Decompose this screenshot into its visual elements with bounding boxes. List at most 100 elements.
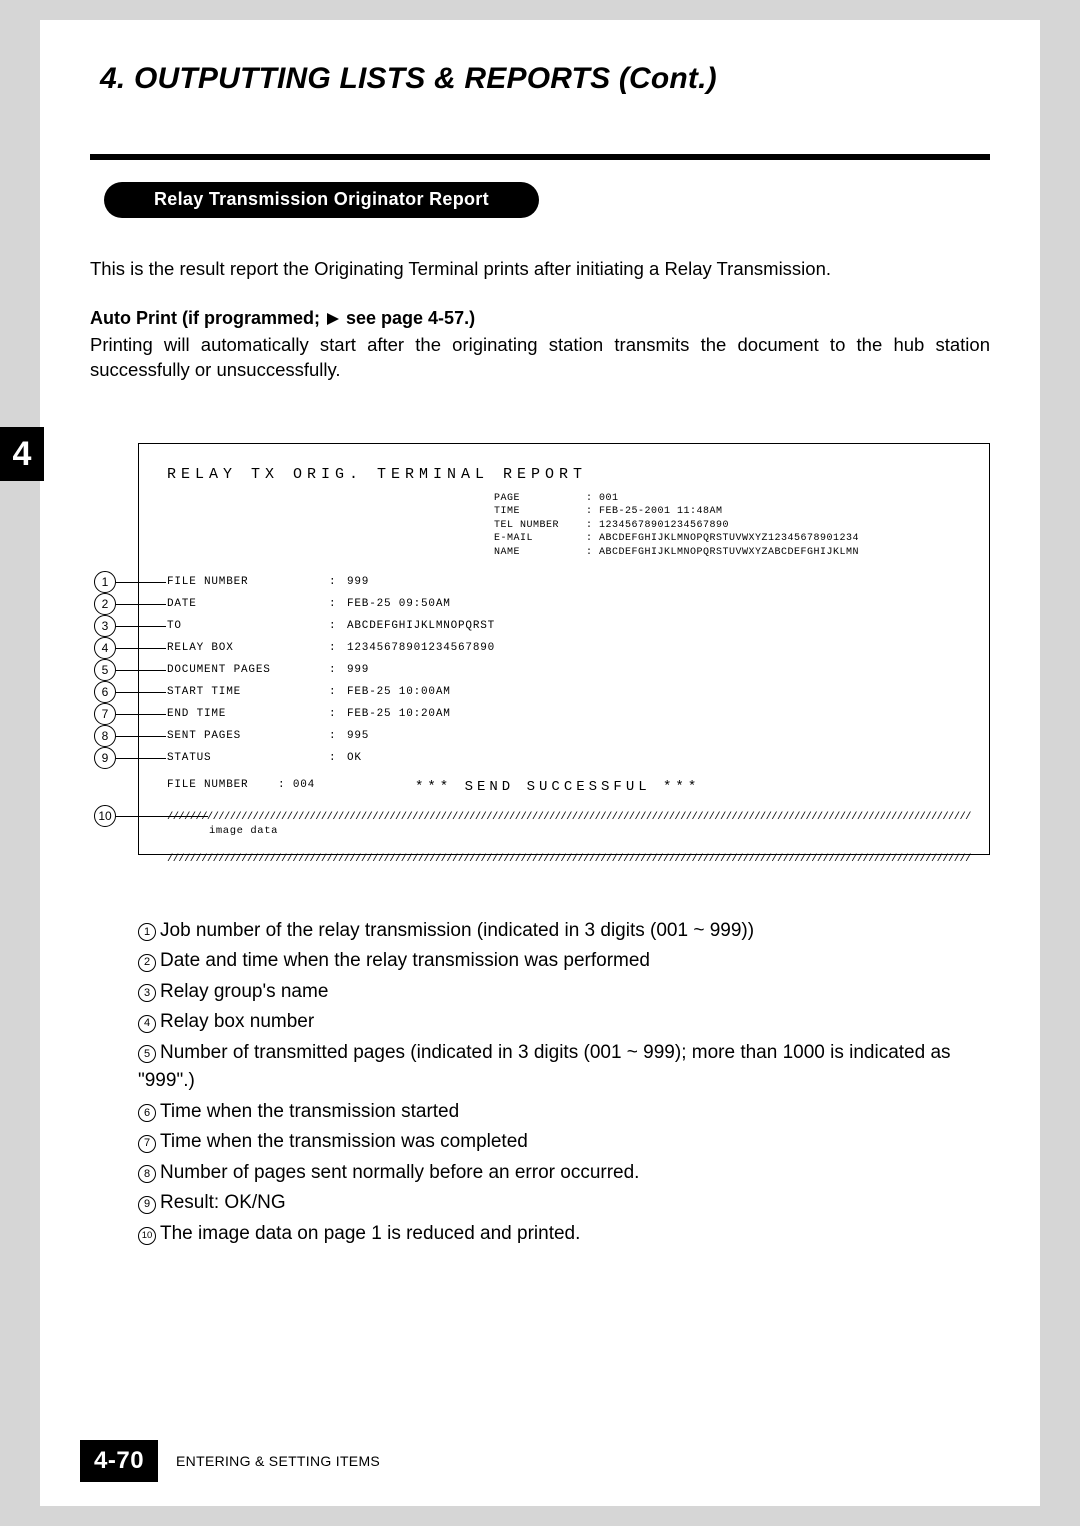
callout-9: 9 <box>94 747 116 769</box>
callout-8: 8 <box>94 725 116 747</box>
divider <box>90 154 990 160</box>
row-label: RELAY BOX <box>167 637 329 659</box>
chapter-tab: 4 <box>0 427 44 481</box>
report-header-block: PAGE: 001 TIME: FEB-25-2001 11:48AM TEL … <box>494 492 859 560</box>
leader-line <box>116 692 166 693</box>
row-value: 995 <box>347 725 369 747</box>
row-label: DOCUMENT PAGES <box>167 659 329 681</box>
row-relay-box: RELAY BOX:12345678901234567890 <box>167 637 971 659</box>
hash-line: ////////////////////////////////////////… <box>167 853 971 865</box>
status-fn-label: FILE NUMBER <box>167 779 248 791</box>
section-title: Relay Transmission Originator Report <box>104 182 539 218</box>
report-printout: RELAY TX ORIG. TERMINAL REPORT PAGE: 001… <box>138 443 990 855</box>
chapter-heading: 4. OUTPUTTING LISTS & REPORTS (Cont.) <box>100 62 990 96</box>
legend-text: Number of transmitted pages (indicated i… <box>138 1042 951 1092</box>
report-wrapper: RELAY TX ORIG. TERMINAL REPORT PAGE: 001… <box>90 443 990 855</box>
row-sep: : <box>329 725 347 747</box>
row-sep: : <box>329 681 347 703</box>
leader-line <box>116 714 166 715</box>
row-sep: : <box>329 659 347 681</box>
row-sep: : <box>329 637 347 659</box>
row-file-number: FILE NUMBER:999 <box>167 571 971 593</box>
page: 4. OUTPUTTING LISTS & REPORTS (Cont.) Re… <box>40 20 1040 1506</box>
row-end-time: END TIME:FEB-25 10:20AM <box>167 703 971 725</box>
hdr-page-label: PAGE <box>494 492 586 506</box>
hdr-time-label: TIME <box>494 505 586 519</box>
row-label: SENT PAGES <box>167 725 329 747</box>
row-sep: : <box>329 615 347 637</box>
row-sent-pages: SENT PAGES:995 <box>167 725 971 747</box>
legend-text: Relay box number <box>160 1011 314 1032</box>
row-start-time: START TIME:FEB-25 10:00AM <box>167 681 971 703</box>
leader-line <box>116 670 166 671</box>
hdr-sep: : <box>586 546 599 560</box>
arrow-right-icon <box>327 313 339 325</box>
row-label: START TIME <box>167 681 329 703</box>
hdr-page-value: 001 <box>599 492 619 506</box>
row-value: FEB-25 10:00AM <box>347 681 451 703</box>
leader-line <box>116 816 208 817</box>
report-title: RELAY TX ORIG. TERMINAL REPORT <box>167 466 971 483</box>
row-value: ABCDEFGHIJKLMNOPQRST <box>347 615 495 637</box>
auto-print-suffix: see page 4-57.) <box>341 308 475 328</box>
legend-num-1: 1 <box>138 923 156 941</box>
footer-text: ENTERING & SETTING ITEMS <box>176 1453 380 1469</box>
hdr-tel-value: 12345678901234567890 <box>599 519 729 533</box>
leader-line <box>116 626 166 627</box>
row-label: TO <box>167 615 329 637</box>
row-label: FILE NUMBER <box>167 571 329 593</box>
legend-text: The image data on page 1 is reduced and … <box>160 1223 580 1244</box>
leader-line <box>116 648 166 649</box>
legend-text: Date and time when the relay transmissio… <box>160 950 650 971</box>
hdr-sep: : <box>586 492 599 506</box>
row-date: DATE:FEB-25 09:50AM <box>167 593 971 615</box>
hdr-time-value: FEB-25-2001 11:48AM <box>599 505 723 519</box>
legend-num-9: 9 <box>138 1196 156 1214</box>
row-value: 999 <box>347 659 369 681</box>
row-value: FEB-25 10:20AM <box>347 703 451 725</box>
auto-print-body: Printing will automatically start after … <box>90 333 990 383</box>
row-label: DATE <box>167 593 329 615</box>
intro-text: This is the result report the Originatin… <box>90 256 990 282</box>
legend-text: Time when the transmission started <box>160 1101 459 1122</box>
image-data-label: image data <box>209 825 971 837</box>
callout-1: 1 <box>94 571 116 593</box>
hdr-name-value: ABCDEFGHIJKLMNOPQRSTUVWXYZABCDEFGHIJKLMN <box>599 546 859 560</box>
legend-num-5: 5 <box>138 1045 156 1063</box>
callout-5: 5 <box>94 659 116 681</box>
hdr-email-value: ABCDEFGHIJKLMNOPQRSTUVWXYZ12345678901234 <box>599 532 859 546</box>
legend-text: Relay group's name <box>160 981 328 1002</box>
callout-7: 7 <box>94 703 116 725</box>
legend-num-6: 6 <box>138 1104 156 1122</box>
row-value: OK <box>347 747 362 769</box>
row-value: FEB-25 09:50AM <box>347 593 451 615</box>
legend-num-2: 2 <box>138 954 156 972</box>
row-sep: : <box>329 593 347 615</box>
legend-num-7: 7 <box>138 1135 156 1153</box>
legend-num-8: 8 <box>138 1165 156 1183</box>
callout-2: 2 <box>94 593 116 615</box>
callout-10: 10 <box>94 805 116 827</box>
row-label: END TIME <box>167 703 329 725</box>
auto-print-heading: Auto Print (if programmed; see page 4-57… <box>90 308 990 329</box>
hdr-sep: : <box>586 505 599 519</box>
legend-num-10: 10 <box>138 1227 156 1245</box>
row-sep: : <box>329 571 347 593</box>
leader-line <box>116 582 166 583</box>
send-successful: *** SEND SUCCESSFUL *** <box>415 779 700 795</box>
auto-print-prefix: Auto Print (if programmed; <box>90 308 325 328</box>
legend-text: Job number of the relay transmission (in… <box>160 920 754 941</box>
leader-line <box>116 736 166 737</box>
leader-line <box>116 758 166 759</box>
callout-4: 4 <box>94 637 116 659</box>
row-to: TO:ABCDEFGHIJKLMNOPQRST <box>167 615 971 637</box>
legend-num-3: 3 <box>138 984 156 1002</box>
hash-line: ////////////////////////////////////////… <box>167 811 971 823</box>
legend-text: Number of pages sent normally before an … <box>160 1162 639 1183</box>
row-document-pages: DOCUMENT PAGES:999 <box>167 659 971 681</box>
legend-text: Time when the transmission was completed <box>160 1131 528 1152</box>
hdr-name-label: NAME <box>494 546 586 560</box>
legend-text: Result: OK/NG <box>160 1192 286 1213</box>
hdr-email-label: E-MAIL <box>494 532 586 546</box>
row-sep: : <box>329 703 347 725</box>
